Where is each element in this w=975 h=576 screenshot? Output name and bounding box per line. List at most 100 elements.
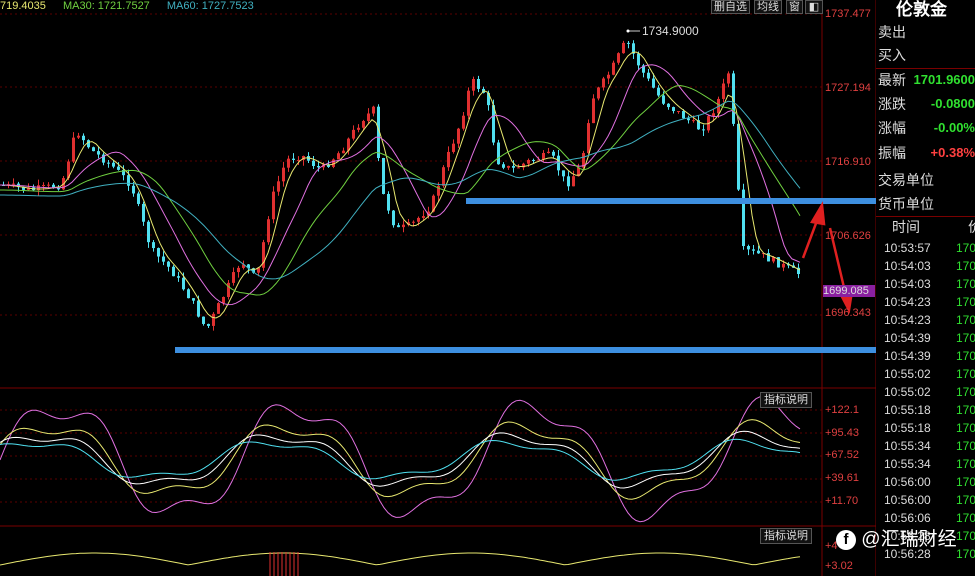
tick-price: 170 — [956, 511, 975, 525]
candle-body — [272, 191, 275, 220]
tick-row[interactable]: 10:53:57 170 — [876, 239, 975, 257]
candle-body — [292, 158, 295, 160]
candle-body — [617, 53, 620, 63]
remove-watchlist-button[interactable]: 删自选 — [711, 0, 750, 14]
moving-average-lines — [0, 51, 801, 319]
tick-price: 170 — [956, 295, 975, 309]
lower-indicator-line — [0, 552, 801, 566]
tick-price: 170 — [956, 547, 975, 561]
candle-body — [417, 217, 420, 222]
price-axis-label-4: 1706.626 — [825, 230, 871, 242]
candle-body — [507, 165, 510, 168]
candle-body — [147, 221, 150, 243]
tick-time: 10:56:00 — [884, 493, 931, 507]
candle-body — [287, 158, 290, 168]
candle-body — [727, 73, 730, 84]
current-price-label: 1699.085 — [823, 285, 875, 297]
tick-time: 10:55:02 — [884, 367, 931, 381]
candle-body — [77, 135, 80, 138]
tick-row[interactable]: 10:54:39 170 — [876, 329, 975, 347]
change-label: 涨跌 — [878, 96, 906, 112]
candle-body — [612, 62, 615, 75]
candle-body — [157, 248, 160, 257]
latest-value: 1701.9600 — [913, 72, 975, 87]
candle-body — [682, 111, 685, 119]
candle-body — [442, 167, 445, 186]
candle-body — [372, 106, 375, 114]
tick-row[interactable]: 10:54:39 170 — [876, 347, 975, 365]
tick-time: 10:54:03 — [884, 259, 931, 273]
instrument-title: 伦敦金 — [896, 0, 947, 19]
candle-body — [412, 221, 415, 223]
oscillator-lines — [0, 396, 801, 523]
candle-body — [592, 98, 595, 124]
grid-lines — [0, 13, 822, 503]
candle-body — [722, 83, 725, 99]
candle-body — [677, 111, 680, 113]
restore-window-icon[interactable]: ◧ — [805, 0, 823, 14]
tick-row[interactable]: 10:55:18 170 — [876, 419, 975, 437]
tick-price: 170 — [956, 241, 975, 255]
tick-row[interactable]: 10:55:02 170 — [876, 383, 975, 401]
lower-indicator-lines — [0, 552, 801, 576]
tick-row[interactable]: 10:56:00 170 — [876, 473, 975, 491]
candle-body — [472, 78, 475, 91]
candle-body — [547, 151, 550, 154]
candle-body — [422, 216, 425, 218]
candle-body — [72, 137, 75, 162]
weibo-logo-icon: f — [836, 529, 856, 550]
candle-body — [172, 266, 175, 277]
tick-row[interactable]: 10:55:18 170 — [876, 401, 975, 419]
candle-body — [527, 159, 530, 164]
tick-time: 10:54:39 — [884, 349, 931, 363]
tick-row[interactable]: 10:55:02 170 — [876, 365, 975, 383]
tick-time: 10:55:18 — [884, 421, 931, 435]
indicator2-help-button[interactable]: 指标说明 — [760, 528, 812, 544]
window-button[interactable]: 窗 — [786, 0, 803, 14]
candle-body — [152, 242, 155, 249]
indicator-help-button[interactable]: 指标说明 — [760, 392, 812, 408]
tick-row[interactable]: 10:55:34 170 — [876, 455, 975, 473]
osc-axis-label-3: +67.52 — [825, 449, 859, 461]
candle-body — [47, 184, 50, 186]
tick-row[interactable]: 10:55:34 170 — [876, 437, 975, 455]
candle-body — [662, 95, 665, 104]
ma-line-1 — [0, 51, 801, 319]
candle-body — [222, 296, 225, 304]
tick-row[interactable]: 10:54:23 170 — [876, 311, 975, 329]
candle-body — [512, 165, 515, 168]
tick-row[interactable]: 10:54:03 170 — [876, 257, 975, 275]
buy-label: 买入 — [878, 47, 906, 63]
candle-body — [567, 176, 570, 187]
candle-body — [367, 113, 370, 121]
candle-body — [132, 185, 135, 194]
candle-body — [712, 113, 715, 117]
peak-price-label: 1734.9000 — [642, 24, 699, 38]
amplitude-row: 振幅 +0.38% — [878, 143, 975, 163]
candle-body — [627, 42, 630, 44]
tick-time: 10:54:23 — [884, 295, 931, 309]
candle-body — [237, 267, 240, 273]
candle-body — [782, 263, 785, 268]
candle-body — [542, 153, 545, 160]
change-pct-value: -0.00% — [933, 120, 975, 135]
watermark: f @汇瑞财经 — [836, 524, 957, 551]
time-header: 时间 — [892, 219, 920, 235]
currency-unit-label: 货币单位 — [878, 196, 934, 212]
tick-price: 170 — [956, 349, 975, 363]
candle-body — [532, 159, 535, 161]
candle-body — [747, 246, 750, 250]
tick-row[interactable]: 10:56:00 170 — [876, 491, 975, 509]
osc-axis-label-5: +11.70 — [825, 495, 859, 507]
candle-body — [87, 140, 90, 148]
kline-toggle-button[interactable]: 均线 — [754, 0, 782, 14]
candle-body — [312, 160, 315, 167]
candle-body — [652, 78, 655, 88]
tick-row[interactable]: 10:54:23 170 — [876, 293, 975, 311]
tick-row[interactable]: 10:54:03 170 — [876, 275, 975, 293]
change-pct-row: 涨幅 -0.00% — [878, 118, 975, 138]
candle-body — [362, 120, 365, 128]
candle-body — [757, 250, 760, 254]
ma-line-3 — [0, 84, 801, 296]
ma-line-2 — [0, 64, 801, 306]
